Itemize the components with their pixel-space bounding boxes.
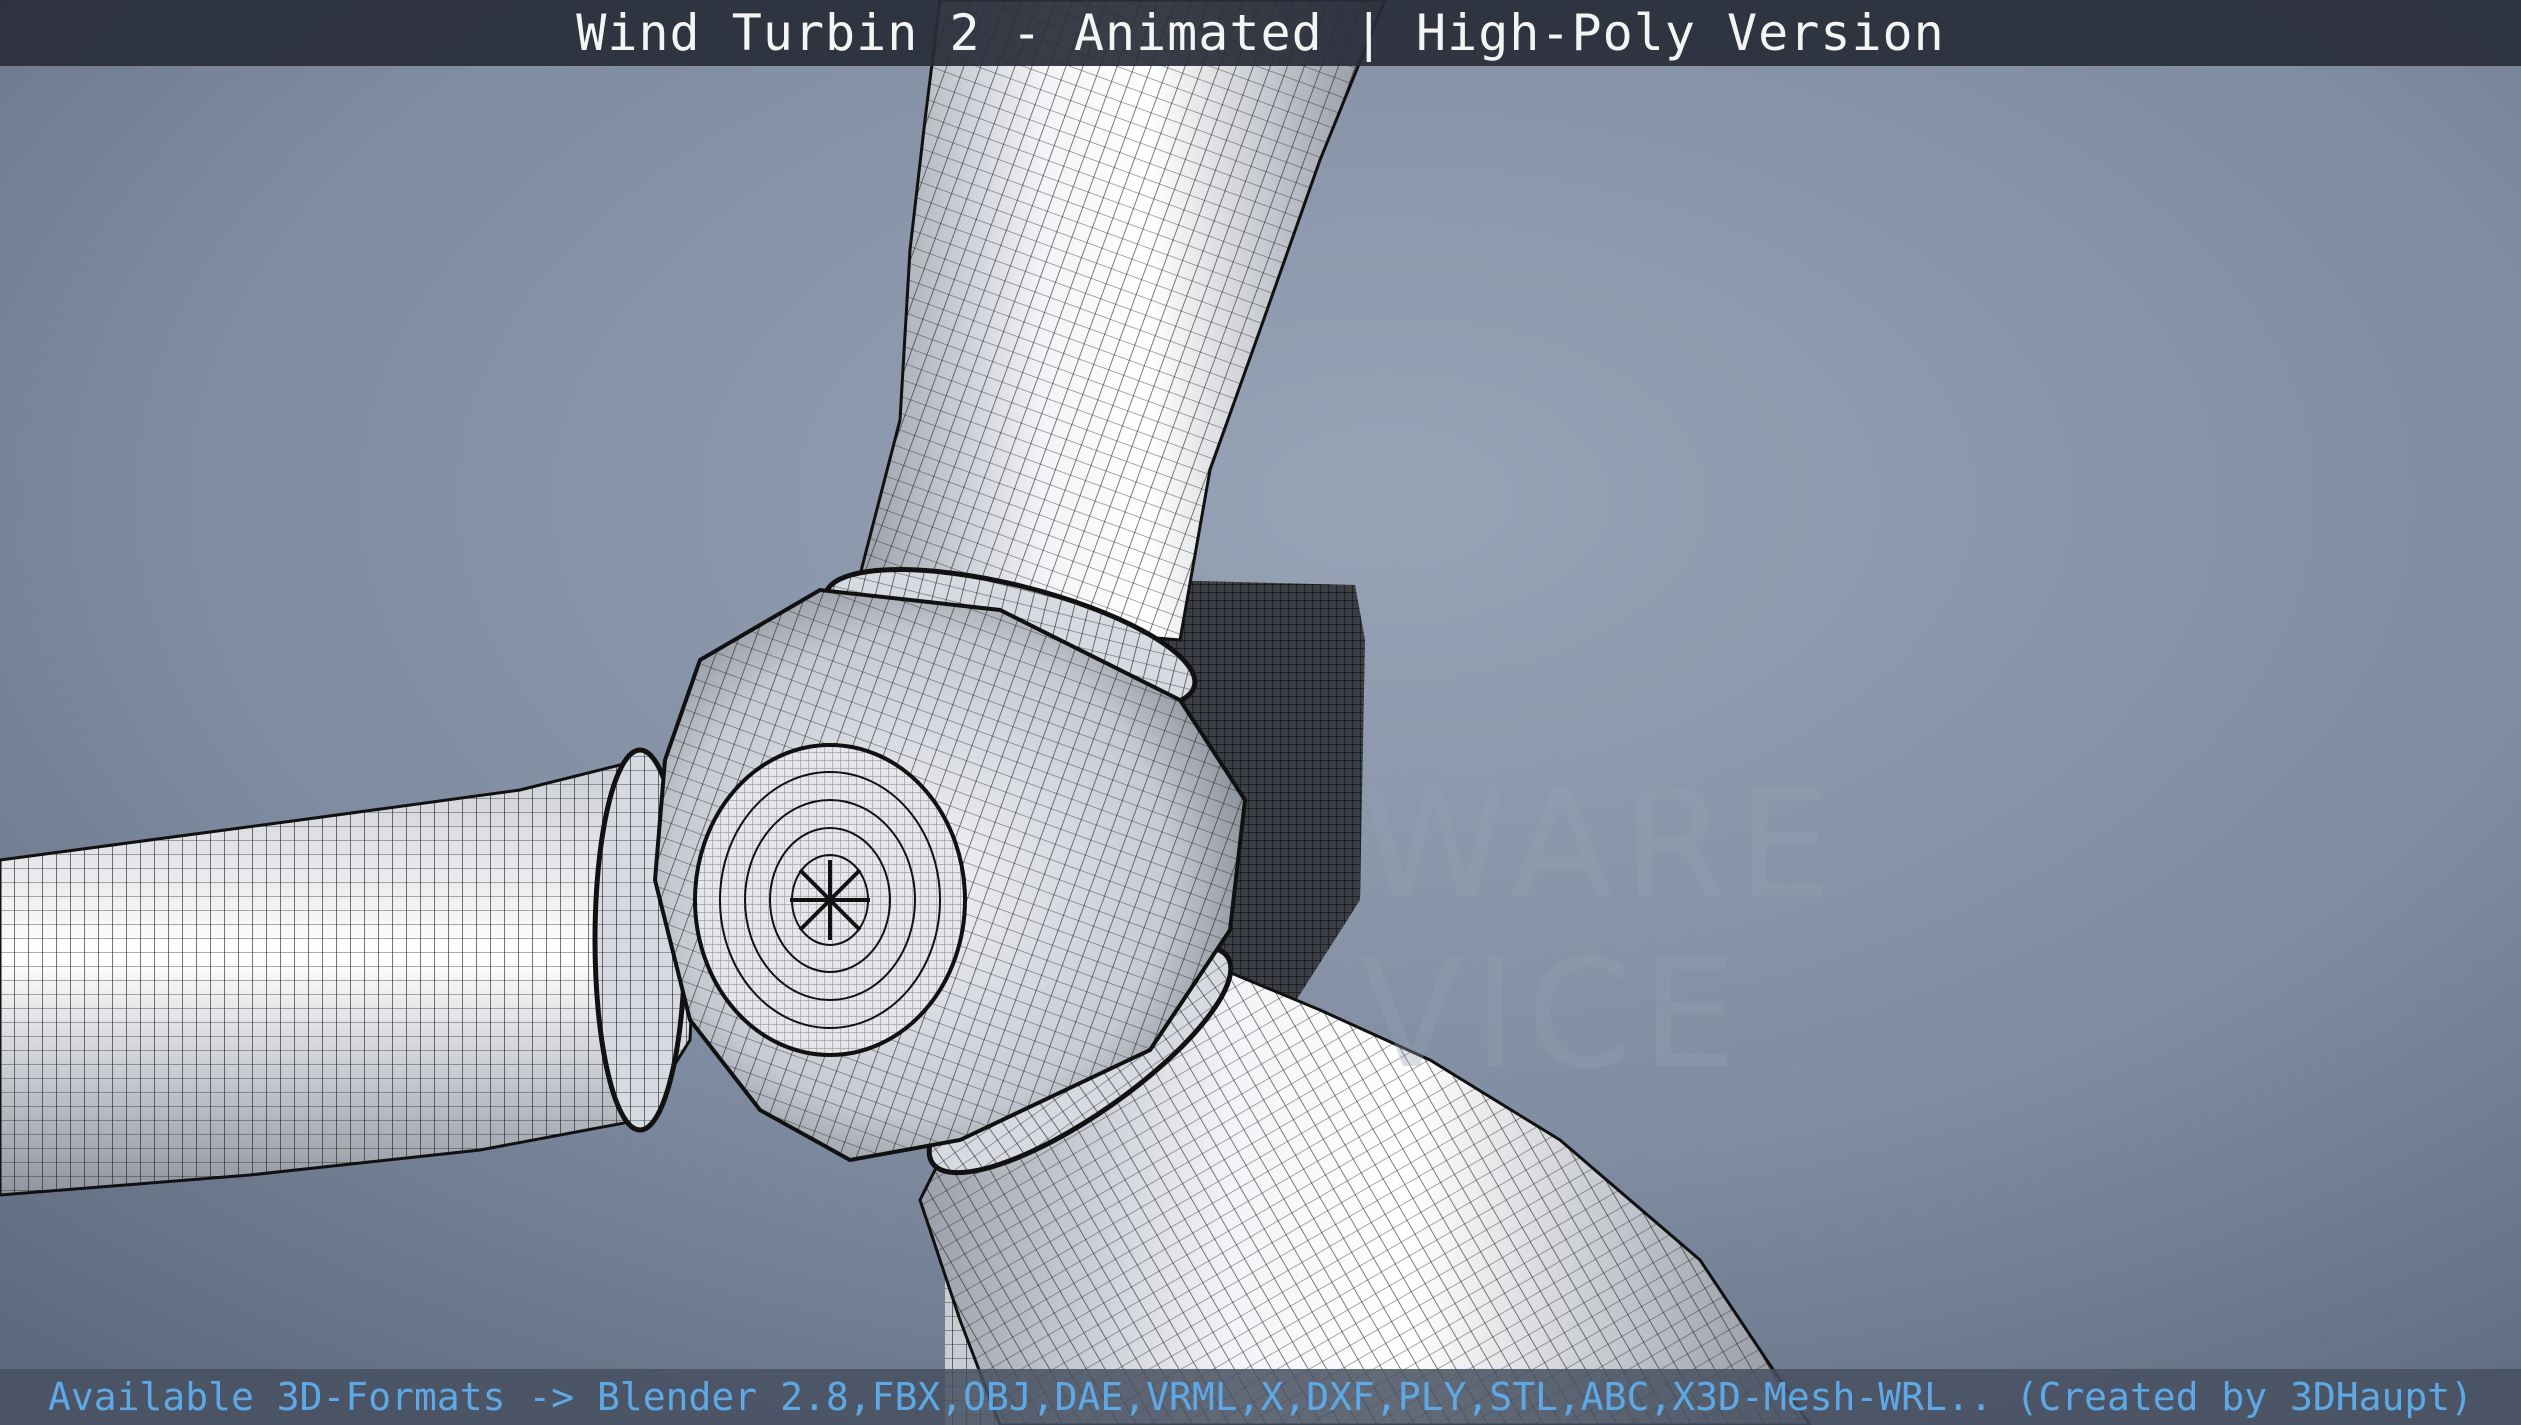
render-stage: WARE VICE Wind Turbin 2 - Animated | Hig…: [0, 0, 2521, 1425]
page-title: Wind Turbin 2 - Animated | High-Poly Ver…: [576, 4, 1945, 62]
spinner-cone-mesh: [693, 743, 967, 1057]
footer-bar: Available 3D-Formats -> Blender 2.8,FBX,…: [0, 1369, 2521, 1425]
watermark-overlay: WARE VICE: [1360, 758, 1842, 1102]
title-bar: Wind Turbin 2 - Animated | High-Poly Ver…: [0, 0, 2521, 66]
formats-caption: Available 3D-Formats -> Blender 2.8,FBX,…: [47, 1375, 2474, 1419]
3d-viewport[interactable]: [0, 0, 2521, 1425]
